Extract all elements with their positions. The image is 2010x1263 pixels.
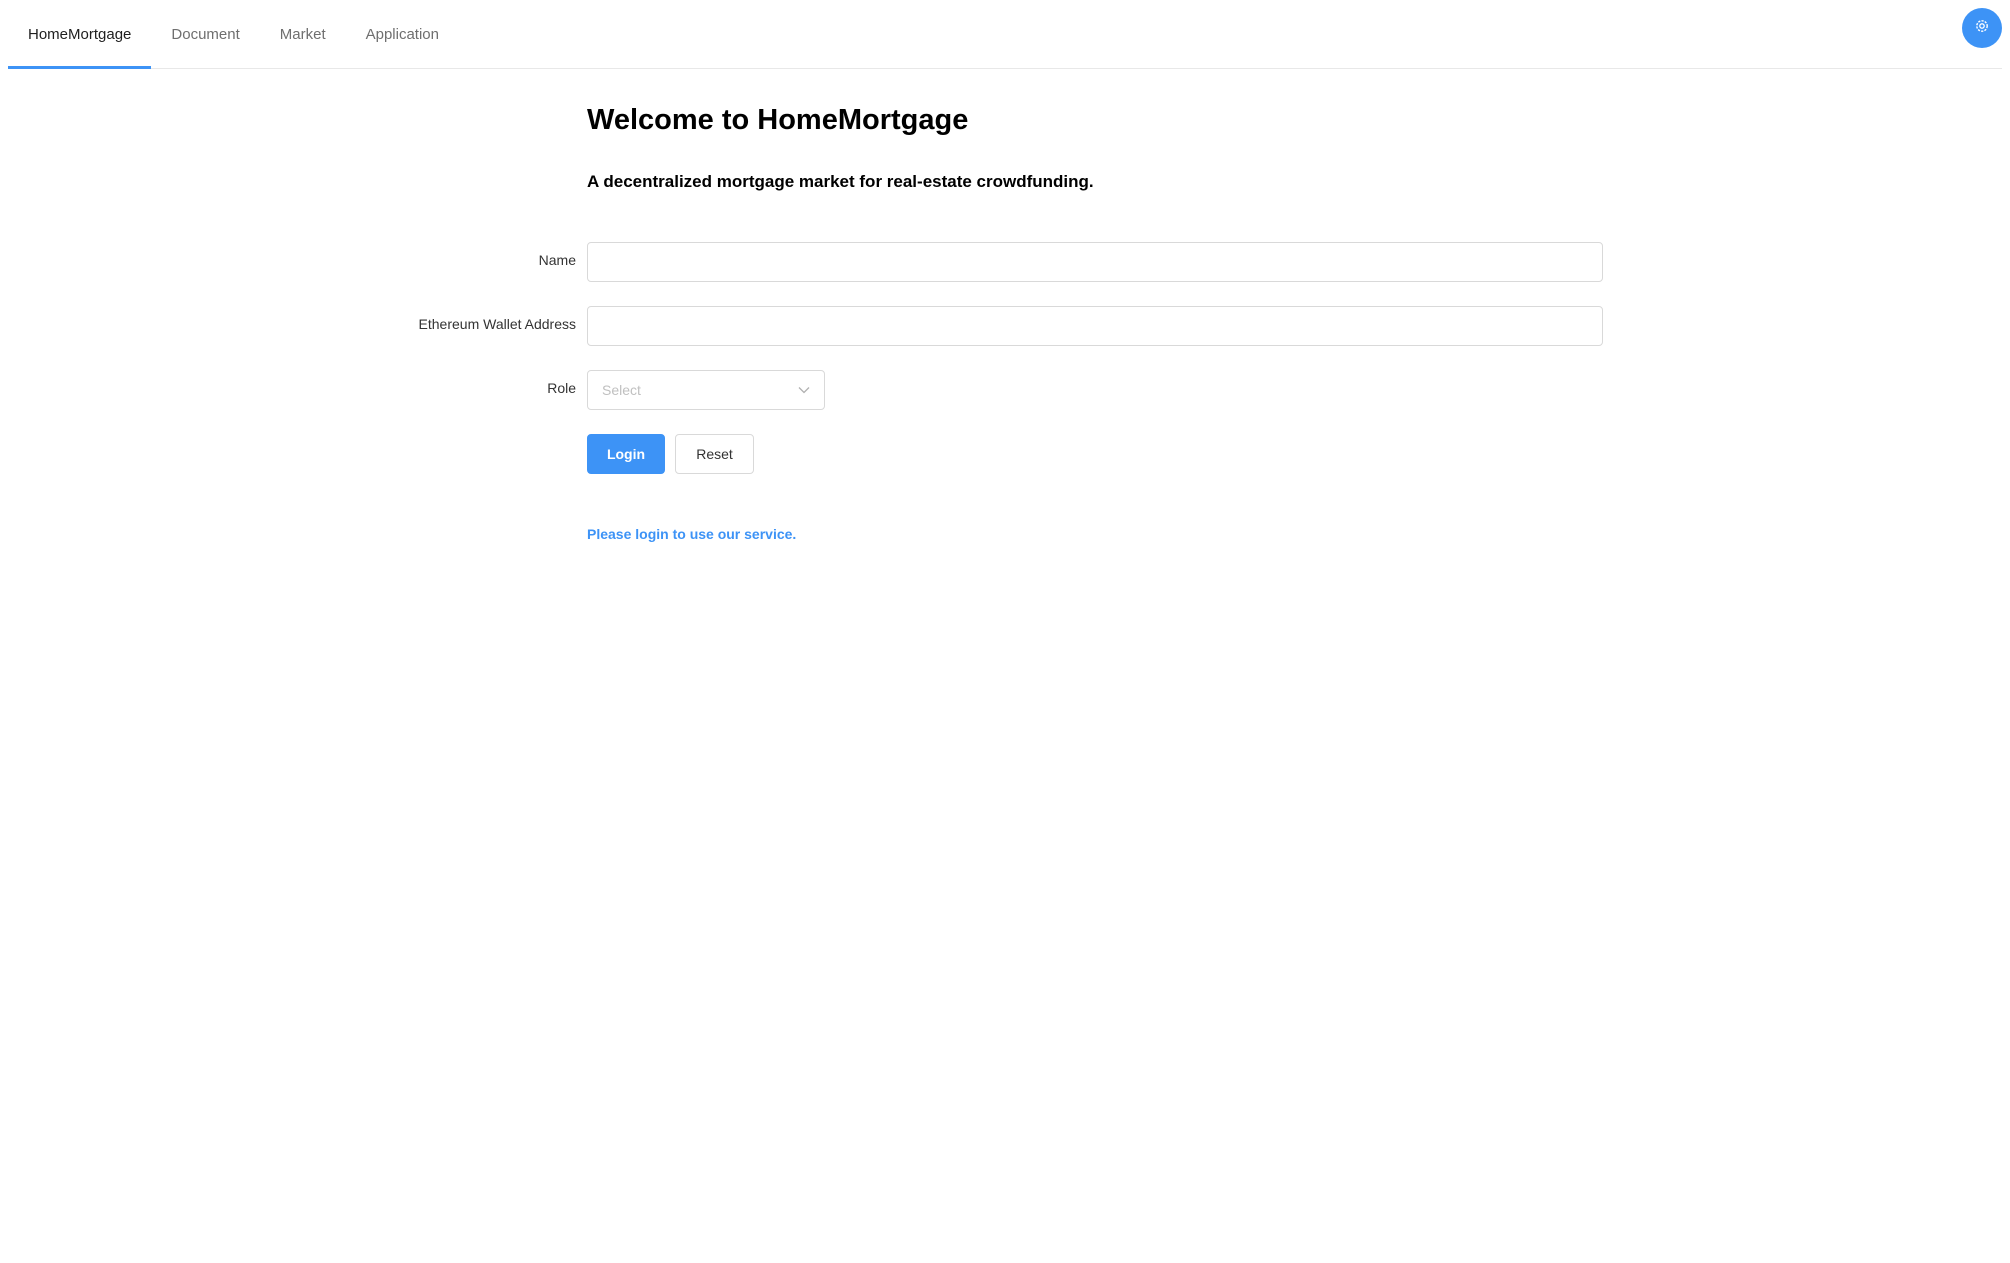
gear-icon [1974,18,1990,39]
login-notice: Please login to use our service. [587,526,797,542]
wallet-form-row: Ethereum Wallet Address [0,306,2010,346]
wallet-address-label: Ethereum Wallet Address [418,316,576,332]
reset-button[interactable]: Reset [675,434,754,474]
settings-button[interactable] [1962,8,2002,48]
wallet-address-input[interactable] [587,306,1603,346]
page: HomeMortgage Document Market Application… [0,0,2010,1263]
tab-label: HomeMortgage [28,25,132,43]
tab-document[interactable]: Document [151,0,259,68]
name-label: Name [538,252,576,268]
name-input[interactable] [587,242,1603,282]
tab-market[interactable]: Market [260,0,346,68]
role-select-placeholder: Select [602,382,641,398]
top-navigation: HomeMortgage Document Market Application [8,0,2002,69]
role-form-row: Role Select [0,370,2010,410]
tab-label: Application [365,25,439,43]
form-actions: Login Reset [0,434,2010,474]
tab-application[interactable]: Application [346,0,459,68]
login-button[interactable]: Login [587,434,665,474]
tab-label: Document [171,25,240,43]
tab-label: Market [279,25,326,43]
tab-homemortgage[interactable]: HomeMortgage [8,0,152,69]
page-subtitle: A decentralized mortgage market for real… [587,172,1094,191]
chevron-down-icon [798,386,810,394]
page-title: Welcome to HomeMortgage [587,104,969,136]
role-select[interactable]: Select [587,370,825,410]
name-form-row: Name [0,242,2010,282]
role-label: Role [547,380,576,396]
